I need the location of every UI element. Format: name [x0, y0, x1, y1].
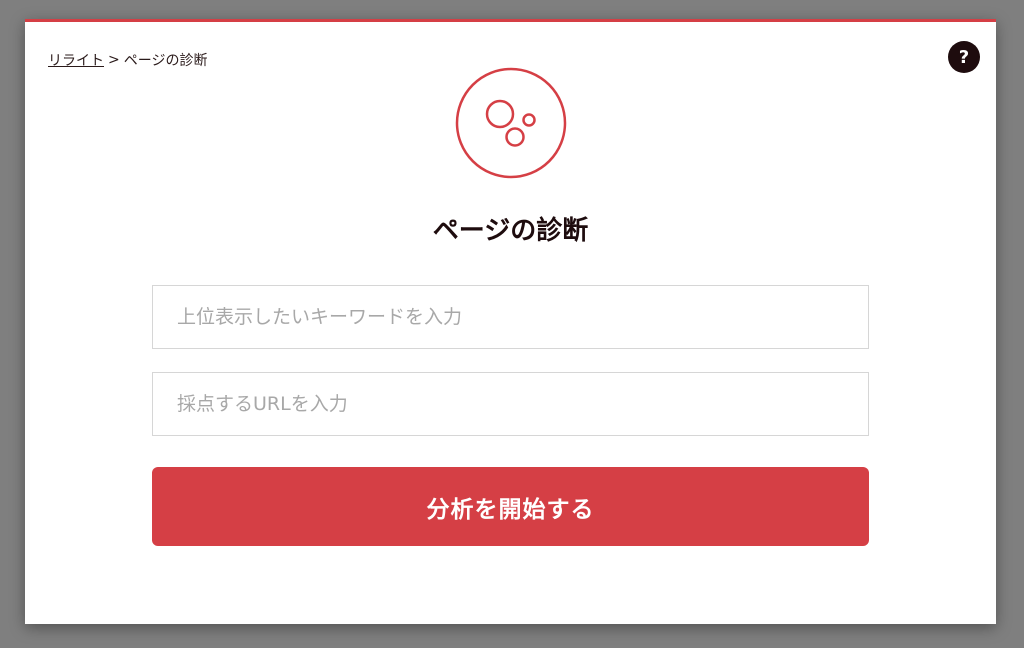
page-title: ページの診断 [432, 216, 589, 246]
breadcrumb: リライト > ページの診断 [48, 50, 207, 70]
url-input[interactable] [152, 372, 869, 436]
breadcrumb-link-rewrite[interactable]: リライト [48, 50, 104, 70]
help-button[interactable]: ? [948, 41, 980, 73]
breadcrumb-separator: > [108, 52, 120, 68]
breadcrumb-current: ページの診断 [123, 53, 208, 69]
page-diagnosis-modal: リライト > ページの診断 ? ページの診断 分析を開始する [25, 19, 996, 624]
bubbles-icon [455, 67, 567, 179]
start-analysis-button[interactable]: 分析を開始する [152, 467, 869, 546]
keyword-input[interactable] [152, 285, 869, 349]
question-mark-icon: ? [958, 46, 970, 68]
background-nav [0, 0, 1024, 20]
